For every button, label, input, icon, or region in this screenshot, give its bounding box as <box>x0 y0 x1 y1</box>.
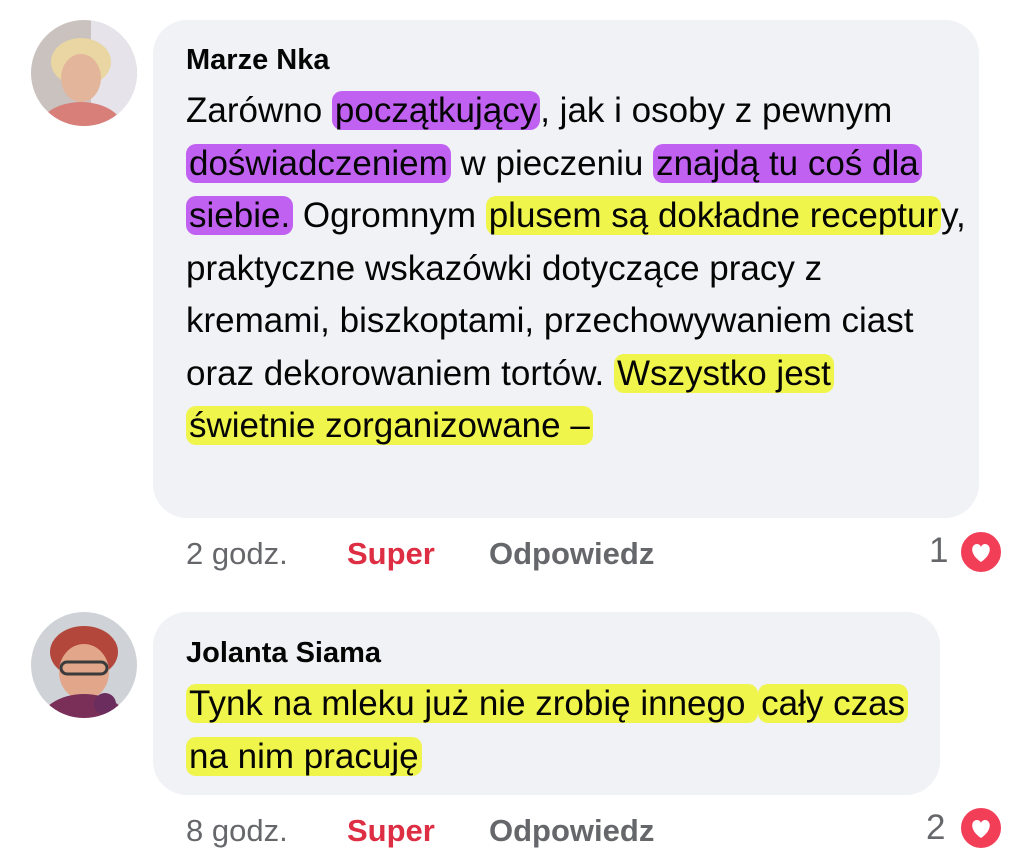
avatar[interactable] <box>31 20 137 126</box>
text-segment: Zarówno <box>186 91 332 130</box>
text-segment: Ogromnym <box>293 196 486 235</box>
avatar-image <box>31 612 137 718</box>
highlight-yellow: plusem są dokładne receptur <box>485 196 942 235</box>
comment-text: Zarówno początkujący, jak i osoby z pewn… <box>186 85 966 453</box>
reaction-count[interactable]: 2 <box>926 808 945 848</box>
comment-author[interactable]: Marze Nka <box>186 44 329 77</box>
comment-text: Tynk na mleku już nie zrobię innego cały… <box>186 678 926 783</box>
text-segment: w pieczeniu <box>450 143 654 183</box>
comment-author[interactable]: Jolanta Siama <box>186 637 381 670</box>
text-segment: , jak i osoby z pewnym <box>540 91 893 130</box>
highlight-purple: doświadczeniem <box>186 143 451 183</box>
heart-glyph <box>972 820 990 838</box>
reaction-count[interactable]: 1 <box>929 531 948 571</box>
heart-icon[interactable] <box>958 529 1004 575</box>
heart-glyph <box>972 544 990 562</box>
comment-timestamp: 2 godz. <box>186 536 288 571</box>
highlight-purple: początkujący <box>331 91 541 130</box>
reply-button[interactable]: Odpowiedz <box>489 536 654 572</box>
like-button[interactable]: Super <box>347 536 435 572</box>
comment-timestamp: 8 godz. <box>186 813 288 848</box>
like-button[interactable]: Super <box>347 813 435 849</box>
reply-button[interactable]: Odpowiedz <box>489 813 654 849</box>
avatar[interactable] <box>31 612 137 718</box>
avatar-image <box>31 20 137 126</box>
highlight-yellow: Tynk na mleku już nie zrobię innego <box>186 684 759 723</box>
heart-icon[interactable] <box>958 805 1004 851</box>
